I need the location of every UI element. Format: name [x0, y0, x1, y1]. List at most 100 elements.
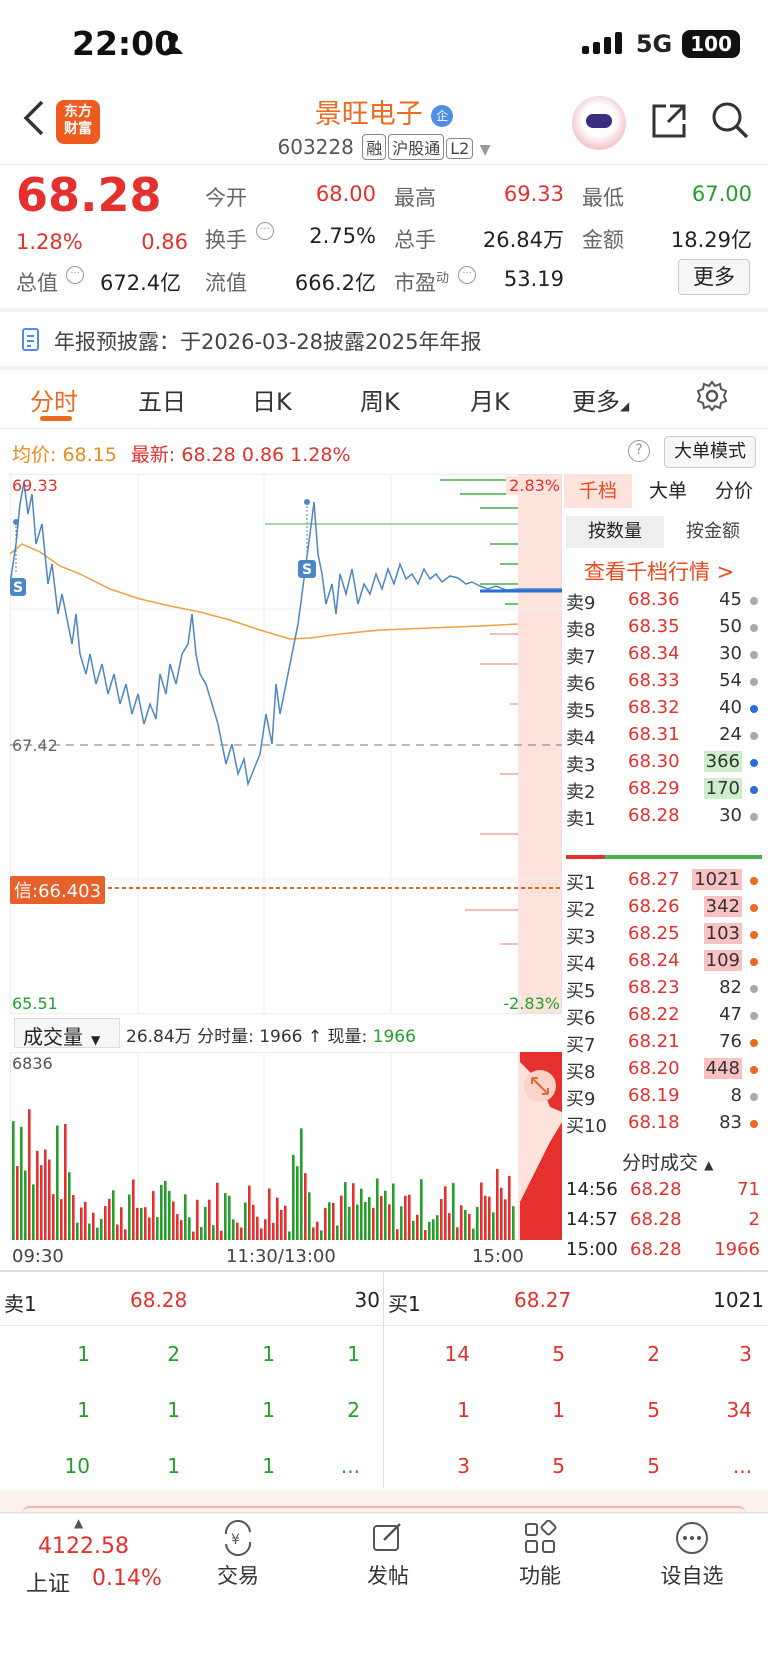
- dropdown-icon[interactable]: ▼: [480, 142, 491, 158]
- side-tab-price-dist[interactable]: 分价: [702, 474, 766, 508]
- tab-more[interactable]: 更多◢: [572, 382, 629, 417]
- ask-row[interactable]: 卖3 68.30 366: [564, 748, 764, 776]
- tab-monthly-k[interactable]: 月K: [470, 382, 510, 417]
- sell-queue-cell: 1: [262, 1342, 275, 1366]
- share-icon[interactable]: [650, 102, 688, 144]
- index-name[interactable]: 上证: [26, 1566, 70, 1598]
- turnover-label: 换手: [205, 228, 247, 252]
- volume-bar: [200, 1227, 203, 1240]
- ask-row[interactable]: 卖7 68.34 30: [564, 640, 764, 668]
- tab-daily-k[interactable]: 日K: [252, 382, 292, 417]
- volume-bar: [404, 1195, 407, 1240]
- search-icon[interactable]: [710, 100, 750, 144]
- pe-info-icon[interactable]: ···: [458, 266, 476, 284]
- more-dots-icon: [676, 1522, 708, 1554]
- index-value[interactable]: 4122.58: [38, 1534, 129, 1559]
- nav-post[interactable]: 发帖: [360, 1520, 416, 1590]
- level-volume: 448: [703, 1058, 742, 1079]
- volume-bar: [196, 1199, 199, 1240]
- volume-bar: [288, 1231, 291, 1240]
- level-dot: [750, 985, 758, 993]
- big-order-mode-button[interactable]: 大单模式: [664, 436, 756, 468]
- volume-bar: [356, 1204, 359, 1240]
- credit-line-label[interactable]: 信:66.403: [10, 876, 106, 904]
- level-dot: [750, 1093, 758, 1101]
- level-price: 68.22: [628, 1004, 680, 1025]
- sell-queue-cell: 1: [347, 1342, 360, 1366]
- ask-row[interactable]: 卖8 68.35 50: [564, 613, 764, 641]
- open-value: 68.00: [315, 182, 376, 206]
- bid-row[interactable]: 买4 68.24 109: [564, 947, 764, 975]
- trade-icon: ¥: [224, 1520, 252, 1556]
- subtab-by-amount[interactable]: 按金额: [664, 516, 762, 548]
- x-label-midday: 11:30/13:00: [226, 1246, 336, 1267]
- amount-value: 18.29亿: [670, 228, 752, 252]
- ticks-title[interactable]: 分时成交 ▲: [622, 1148, 713, 1175]
- ask-row[interactable]: 卖9 68.36 45: [564, 586, 764, 614]
- level-volume: 50: [719, 616, 742, 637]
- level-dot: [750, 877, 758, 885]
- volume-bar: [100, 1218, 103, 1240]
- volume-bar: [72, 1195, 75, 1240]
- bid-row[interactable]: 买9 68.19 8: [564, 1082, 764, 1110]
- settings-icon[interactable]: [696, 380, 728, 416]
- report-notice[interactable]: 年报预披露：于2026-03-28披露2025年年报: [54, 326, 481, 356]
- buy-queue-cell: 1: [552, 1398, 565, 1422]
- sell-queue-cell: 1: [167, 1454, 180, 1478]
- volume-bar: [372, 1207, 375, 1240]
- volume-bar: [212, 1225, 215, 1240]
- nav-add-watchlist[interactable]: 设自选: [656, 1520, 728, 1590]
- buy-queue-cell: 2: [647, 1342, 660, 1366]
- tab-weekly-k[interactable]: 周K: [360, 382, 400, 417]
- bid-row[interactable]: 买8 68.20 448: [564, 1055, 764, 1083]
- bid-row[interactable]: 买10 68.18 83: [564, 1109, 764, 1137]
- info-icon[interactable]: ···: [66, 266, 84, 284]
- ask-row[interactable]: 卖4 68.31 24: [564, 721, 764, 749]
- bid-row[interactable]: 买6 68.22 47: [564, 1001, 764, 1029]
- vol-summary-text: 26.84万 分时量: 1966 ↑ 现量:: [126, 1027, 368, 1047]
- volume-bar: [176, 1214, 179, 1240]
- side-tab-big-order[interactable]: 大单: [636, 474, 700, 508]
- volume-bar: [204, 1206, 207, 1240]
- bid-row[interactable]: 买7 68.21 76: [564, 1028, 764, 1056]
- turnover-info-icon[interactable]: ···: [256, 222, 274, 240]
- tick-row: 14:56 68.28 71: [566, 1176, 766, 1204]
- ask-row[interactable]: 卖5 68.32 40: [564, 694, 764, 722]
- bid-row[interactable]: 买1 68.27 1021: [564, 866, 764, 894]
- subtab-by-quantity[interactable]: 按数量: [566, 516, 664, 548]
- side-tab-depth[interactable]: 千档: [564, 474, 632, 508]
- ask-row[interactable]: 卖1 68.28 30: [564, 802, 764, 830]
- assistant-robot-icon[interactable]: [572, 96, 626, 150]
- view-depth-link[interactable]: 查看千档行情 >: [584, 556, 734, 586]
- volume-value: 26.84万: [482, 228, 564, 252]
- tab-more-label: 更多: [572, 388, 620, 416]
- price-chart[interactable]: S S: [10, 474, 562, 1014]
- nav-features[interactable]: 功能: [512, 1519, 568, 1590]
- bid-row[interactable]: 买5 68.23 82: [564, 974, 764, 1002]
- more-button[interactable]: 更多: [678, 259, 750, 295]
- help-icon[interactable]: ?: [628, 440, 650, 462]
- bid-row[interactable]: 买3 68.25 103: [564, 920, 764, 948]
- level-dot: [750, 597, 758, 605]
- tick-time: 14:57: [566, 1209, 618, 1230]
- x-label-close: 15:00: [472, 1246, 524, 1267]
- tab-five-day[interactable]: 五日: [138, 382, 186, 417]
- ask-row[interactable]: 卖2 68.29 170: [564, 775, 764, 803]
- level-price: 68.32: [628, 697, 680, 718]
- nav-trade[interactable]: ¥ 交易: [210, 1520, 266, 1590]
- volume-indicator-select[interactable]: 成交量 ▼: [14, 1018, 120, 1049]
- level-dot: [750, 1120, 758, 1128]
- tab-intraday[interactable]: 分时: [30, 382, 78, 417]
- ask-row[interactable]: 卖6 68.33 54: [564, 667, 764, 695]
- ticks-title-text: 分时成交: [622, 1152, 699, 1174]
- pct-bottom-label: -2.83%: [503, 994, 560, 1013]
- y-max-label: 69.33: [12, 476, 58, 495]
- volume-bar: [260, 1228, 263, 1240]
- nav-trade-label: 交易: [217, 1564, 259, 1588]
- volume-chart[interactable]: [10, 1052, 562, 1240]
- level-label: 买5: [566, 981, 596, 1002]
- bid-row[interactable]: 买2 68.26 342: [564, 893, 764, 921]
- float-label: 流值: [205, 271, 247, 295]
- tag-connect: 沪股通: [388, 134, 445, 160]
- volume-bar: [400, 1206, 403, 1240]
